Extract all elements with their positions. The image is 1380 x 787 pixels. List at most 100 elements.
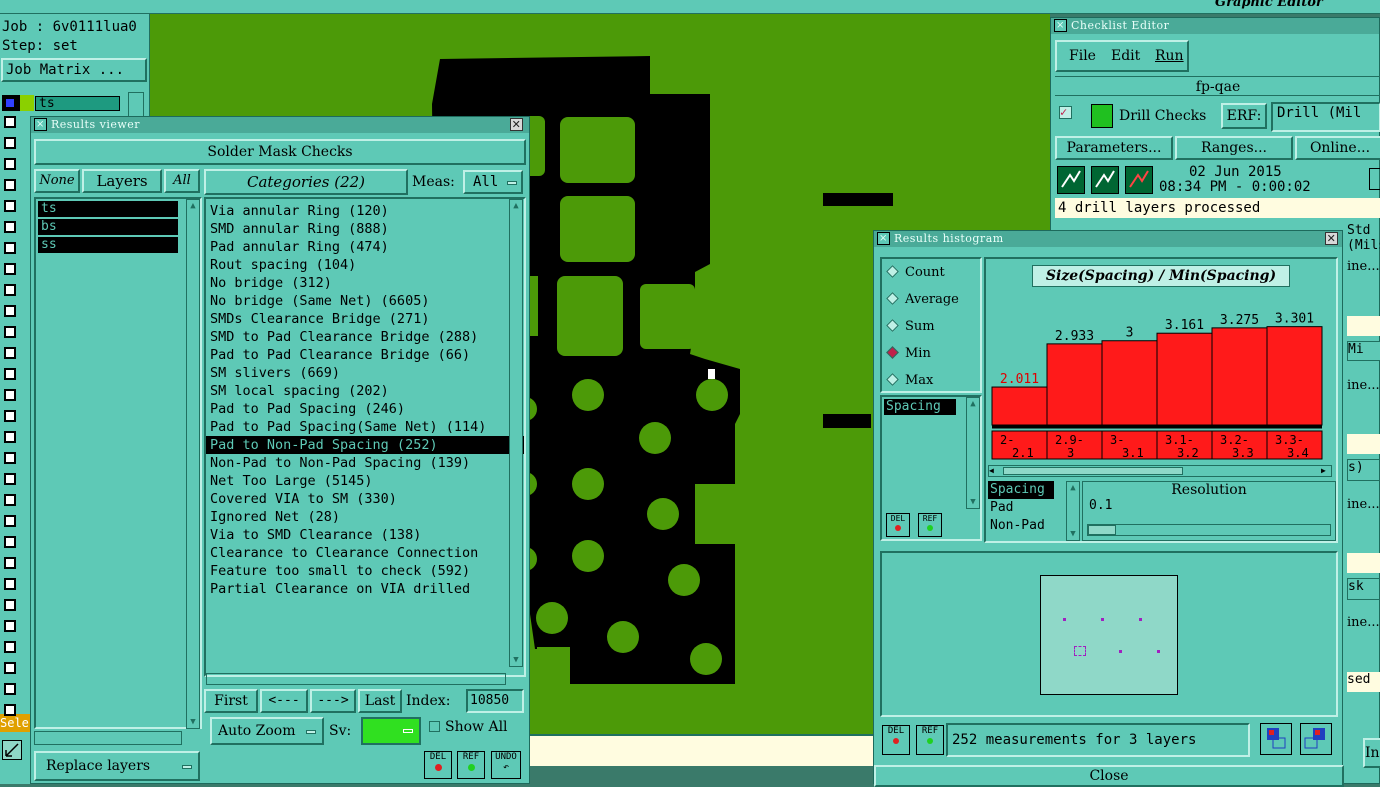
erf-button[interactable]: ERF: — [1221, 103, 1267, 129]
mode-radio-count[interactable]: Count — [886, 265, 945, 280]
histogram-bar[interactable] — [991, 386, 1048, 426]
category-item[interactable]: Pad to Pad Spacing(Same Net) (114) — [206, 418, 524, 436]
layer-item[interactable]: ts — [38, 201, 178, 217]
close-window-icon[interactable]: ✕ — [1325, 232, 1338, 245]
category-item[interactable]: Clearance to Clearance Connection — [206, 544, 524, 562]
layer-checkbox[interactable] — [4, 389, 16, 401]
category-item[interactable]: Pad to Pad Spacing (246) — [206, 400, 524, 418]
layer-checkbox[interactable] — [4, 599, 16, 611]
auto-zoom-button[interactable]: Auto Zoom — [210, 717, 324, 745]
ranges-button[interactable]: Ranges... — [1175, 136, 1293, 160]
meas-del-button[interactable]: DEL — [882, 725, 910, 755]
layers-button[interactable]: Layers — [82, 169, 162, 193]
layer-checkbox[interactable] — [4, 515, 16, 527]
categories-scrollbar[interactable]: ▲ ▼ — [509, 199, 523, 667]
layer-item[interactable]: ss — [38, 237, 178, 253]
layer-checkbox[interactable] — [4, 221, 16, 233]
histogram-bar[interactable] — [1211, 327, 1268, 426]
undo-button[interactable]: UNDO ↶ — [491, 751, 521, 779]
parameters-button[interactable]: Parameters... — [1055, 136, 1173, 160]
histogram-bar[interactable] — [1156, 332, 1213, 426]
histogram-bar[interactable] — [1046, 343, 1103, 426]
mode-radio-max[interactable]: Max — [886, 373, 933, 388]
layer-item[interactable]: bs — [38, 219, 178, 235]
index-input[interactable]: 10850 — [466, 689, 524, 713]
category-item[interactable]: Rout spacing (104) — [206, 256, 524, 274]
category-item[interactable]: Via annular Ring (120) — [206, 202, 524, 220]
category-item[interactable]: Pad annular Ring (474) — [206, 238, 524, 256]
run-red-icon[interactable] — [1125, 166, 1153, 194]
layer-checkbox[interactable] — [4, 326, 16, 338]
none-button[interactable]: None — [34, 169, 80, 193]
layer-checkbox[interactable] — [4, 620, 16, 632]
histogram-bar[interactable] — [1101, 340, 1158, 426]
category-item[interactable]: Ignored Net (28) — [206, 508, 524, 526]
category-item[interactable]: Via to SMD Clearance (138) — [206, 526, 524, 544]
replace-layers-button[interactable]: Replace layers — [34, 751, 200, 781]
menu-edit[interactable]: Edit — [1111, 48, 1140, 64]
category-item[interactable]: Partial Clearance on VIA drilled — [206, 580, 524, 598]
categories-hscrollbar[interactable] — [206, 673, 506, 685]
layers-scrollbar[interactable]: ▲ ▼ — [186, 199, 200, 729]
window-menu-icon[interactable]: × — [1054, 19, 1067, 32]
category-item[interactable]: Covered VIA to SM (330) — [206, 490, 524, 508]
scroll-right-icon[interactable]: ▶ — [1321, 466, 1331, 476]
drill-check-checkbox[interactable]: ✓ — [1059, 106, 1072, 119]
layer-checkbox[interactable] — [4, 473, 16, 485]
category-item[interactable]: No bridge (Same Net) (6605) — [206, 292, 524, 310]
layer-checkbox[interactable] — [4, 179, 16, 191]
attr-options[interactable]: Spacing Pad Non-Pad — [988, 481, 1074, 541]
category-item[interactable]: Net Too Large (5145) — [206, 472, 524, 490]
run-icon[interactable] — [1057, 166, 1085, 194]
attr-option-pad[interactable]: Pad — [988, 499, 1074, 517]
run-selected-icon[interactable] — [1091, 166, 1119, 194]
mode-radio-average[interactable]: Average — [886, 292, 959, 307]
job-matrix-button[interactable]: Job Matrix ... — [1, 58, 147, 82]
layer-checkbox[interactable] — [4, 137, 16, 149]
attr-option-nonpad[interactable]: Non-Pad — [988, 517, 1074, 535]
partial-in-button[interactable]: In — [1363, 738, 1380, 768]
show-all-checkbox[interactable] — [429, 721, 440, 732]
category-item[interactable]: SM local spacing (202) — [206, 382, 524, 400]
last-button[interactable]: Last — [358, 689, 402, 713]
layer-checkbox[interactable] — [4, 578, 16, 590]
layer-checkbox[interactable] — [4, 200, 16, 212]
layer-checkbox[interactable] — [4, 305, 16, 317]
menu-run[interactable]: Run — [1155, 48, 1184, 64]
mode-radio-sum[interactable]: Sum — [886, 319, 935, 334]
all-button[interactable]: All — [164, 169, 200, 193]
attribute-list[interactable]: Spacing ▲ ▼ DEL REF — [880, 395, 982, 541]
attribute-scrollbar[interactable]: ▲ ▼ — [966, 397, 980, 509]
layer-checkbox[interactable] — [4, 263, 16, 275]
layer-checkbox[interactable] — [4, 410, 16, 422]
layers-hscrollbar[interactable] — [34, 731, 182, 745]
category-item[interactable]: SMDs Clearance Bridge (271) — [206, 310, 524, 328]
layer-checkbox[interactable] — [4, 641, 16, 653]
meas-select[interactable]: All — [463, 170, 523, 194]
preview-thumbnail[interactable] — [1040, 575, 1178, 695]
layer-checkbox[interactable] — [4, 242, 16, 254]
category-item[interactable]: Pad to Pad Clearance Bridge (66) — [206, 346, 524, 364]
window-menu-icon[interactable]: × — [877, 232, 890, 245]
layout-icon-2[interactable] — [1300, 723, 1332, 755]
hist-del-button[interactable]: DEL — [886, 513, 910, 537]
mode-radio-min[interactable]: Min — [886, 346, 931, 361]
sv-color-select[interactable] — [361, 717, 421, 745]
category-item[interactable]: SMD annular Ring (888) — [206, 220, 524, 238]
layer-checkbox[interactable] — [4, 368, 16, 380]
first-button[interactable]: First — [204, 689, 258, 713]
category-item[interactable]: Feature too small to check (592) — [206, 562, 524, 580]
category-item[interactable]: Pad to Non-Pad Spacing (252) — [206, 436, 524, 454]
meas-ref-button[interactable]: REF — [916, 725, 944, 755]
layer-checkbox[interactable] — [4, 662, 16, 674]
layer-checkbox[interactable] — [4, 536, 16, 548]
categories-button[interactable]: Categories (22) — [204, 169, 408, 195]
next-button[interactable]: ---> — [310, 689, 356, 713]
attribute-spacing[interactable]: Spacing — [884, 399, 956, 415]
prev-button[interactable]: <--- — [260, 689, 308, 713]
histogram-bar[interactable] — [1266, 326, 1323, 426]
erf-field[interactable]: Drill (Mil — [1271, 102, 1380, 132]
category-item[interactable]: SM slivers (669) — [206, 364, 524, 382]
layer-checkbox[interactable] — [4, 158, 16, 170]
layer-checkbox[interactable] — [4, 704, 16, 716]
